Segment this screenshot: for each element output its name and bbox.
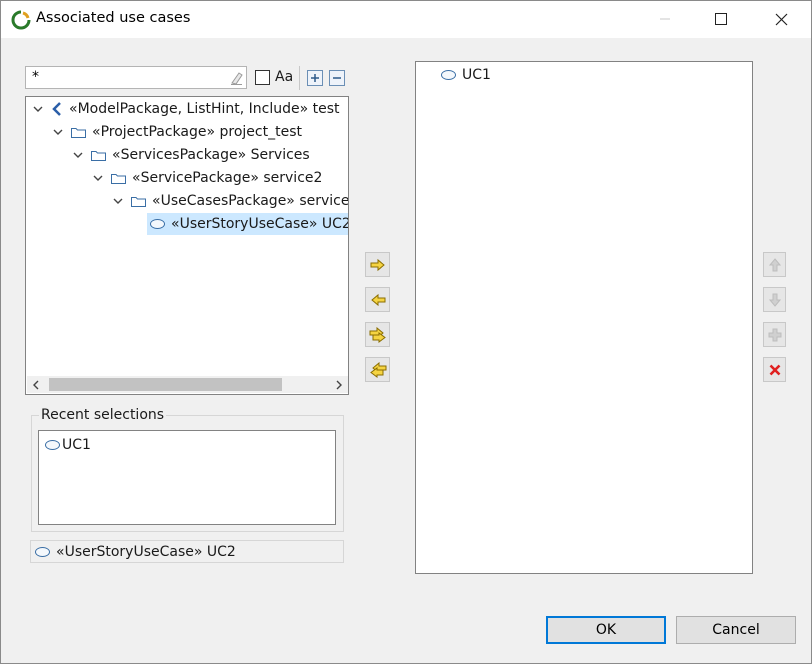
add-button[interactable] <box>365 252 390 277</box>
tree-node-label: «ServicesPackage» Services <box>112 147 310 163</box>
toolbar-divider <box>299 66 300 90</box>
case-sensitive-label: Aa <box>275 69 294 85</box>
use-case-icon <box>45 440 60 450</box>
plus-icon <box>768 328 781 341</box>
scroll-right-icon[interactable] <box>330 376 347 393</box>
chevron-down-icon[interactable] <box>111 194 125 208</box>
arrow-right-icon <box>370 258 385 271</box>
list-item[interactable]: UC1 <box>441 64 491 86</box>
ok-button[interactable]: OK <box>546 616 666 644</box>
tree-node-usecases[interactable]: «UseCasesPackage» service2_U <box>111 190 349 212</box>
tree-node-label: «ServicePackage» service2 <box>132 170 323 186</box>
list-item-label: UC1 <box>462 67 491 83</box>
tree-node-label: «ModelPackage, ListHint, Include» test <box>69 101 340 117</box>
chevron-down-icon[interactable] <box>51 125 65 139</box>
double-arrow-right-icon <box>369 326 386 343</box>
tree-node-model[interactable]: «ModelPackage, ListHint, Include» test <box>31 98 340 120</box>
remove-all-button[interactable] <box>365 357 390 382</box>
recent-selections-list[interactable]: UC1 <box>38 430 336 525</box>
tree-node-uc2[interactable]: «UserStoryUseCase» UC2 <box>147 213 349 235</box>
status-text: «UserStoryUseCase» UC2 <box>56 543 236 560</box>
close-icon <box>775 13 787 25</box>
delete-icon <box>769 364 780 375</box>
app-logo-icon <box>11 10 31 30</box>
case-sensitive-checkbox[interactable] <box>255 70 270 85</box>
tree-node-label: «UserStoryUseCase» UC2 <box>171 216 349 232</box>
move-down-button[interactable] <box>763 287 786 312</box>
filter-input[interactable]: * <box>25 66 247 89</box>
minimize-icon <box>660 18 670 20</box>
arrow-up-icon <box>768 257 781 271</box>
chevron-down-icon[interactable] <box>71 148 85 162</box>
close-button[interactable] <box>758 0 804 38</box>
selection-status: «UserStoryUseCase» UC2 <box>30 540 344 563</box>
recent-selections-label: Recent selections <box>39 407 167 423</box>
folder-icon <box>71 126 86 138</box>
remove-button[interactable] <box>365 287 390 312</box>
scrollbar-thumb[interactable] <box>49 378 282 391</box>
model-package-icon <box>51 102 63 116</box>
expand-all-button[interactable] <box>307 70 323 86</box>
chevron-down-icon[interactable] <box>91 171 105 185</box>
arrow-left-icon <box>370 293 385 306</box>
folder-icon <box>91 149 106 161</box>
selected-use-cases-list[interactable]: UC1 <box>415 61 753 574</box>
tree-node-services[interactable]: «ServicesPackage» Services <box>71 144 310 166</box>
collapse-all-button[interactable] <box>329 70 345 86</box>
tree-node-service2[interactable]: «ServicePackage» service2 <box>91 167 322 189</box>
tree-node-label: «ProjectPackage» project_test <box>92 124 302 140</box>
maximize-button[interactable] <box>698 0 744 38</box>
maximize-icon <box>715 13 727 25</box>
clear-filter-icon[interactable] <box>228 70 244 86</box>
scroll-left-icon[interactable] <box>27 376 44 393</box>
arrow-down-icon <box>768 293 781 307</box>
use-case-icon <box>441 70 456 80</box>
use-case-icon <box>35 546 50 557</box>
tree-node-label: «UseCasesPackage» service2_U <box>152 193 349 209</box>
horizontal-scrollbar[interactable] <box>27 376 348 393</box>
use-case-icon <box>150 219 165 229</box>
list-item-label: UC1 <box>62 437 91 453</box>
expand-all-icon <box>311 74 319 82</box>
collapse-all-icon <box>333 77 341 79</box>
delete-button[interactable] <box>763 357 786 382</box>
folder-icon <box>131 195 146 207</box>
minimize-button[interactable] <box>642 0 688 38</box>
list-item[interactable]: UC1 <box>45 434 91 456</box>
add-item-button[interactable] <box>763 322 786 347</box>
model-tree[interactable]: «ModelPackage, ListHint, Include» test «… <box>25 96 349 395</box>
add-all-button[interactable] <box>365 322 390 347</box>
cancel-button[interactable]: Cancel <box>676 616 796 644</box>
window-title: Associated use cases <box>36 10 191 26</box>
double-arrow-left-icon <box>369 361 386 378</box>
tree-node-project[interactable]: «ProjectPackage» project_test <box>51 121 302 143</box>
move-up-button[interactable] <box>763 252 786 277</box>
chevron-down-icon[interactable] <box>31 102 45 116</box>
folder-icon <box>111 172 126 184</box>
